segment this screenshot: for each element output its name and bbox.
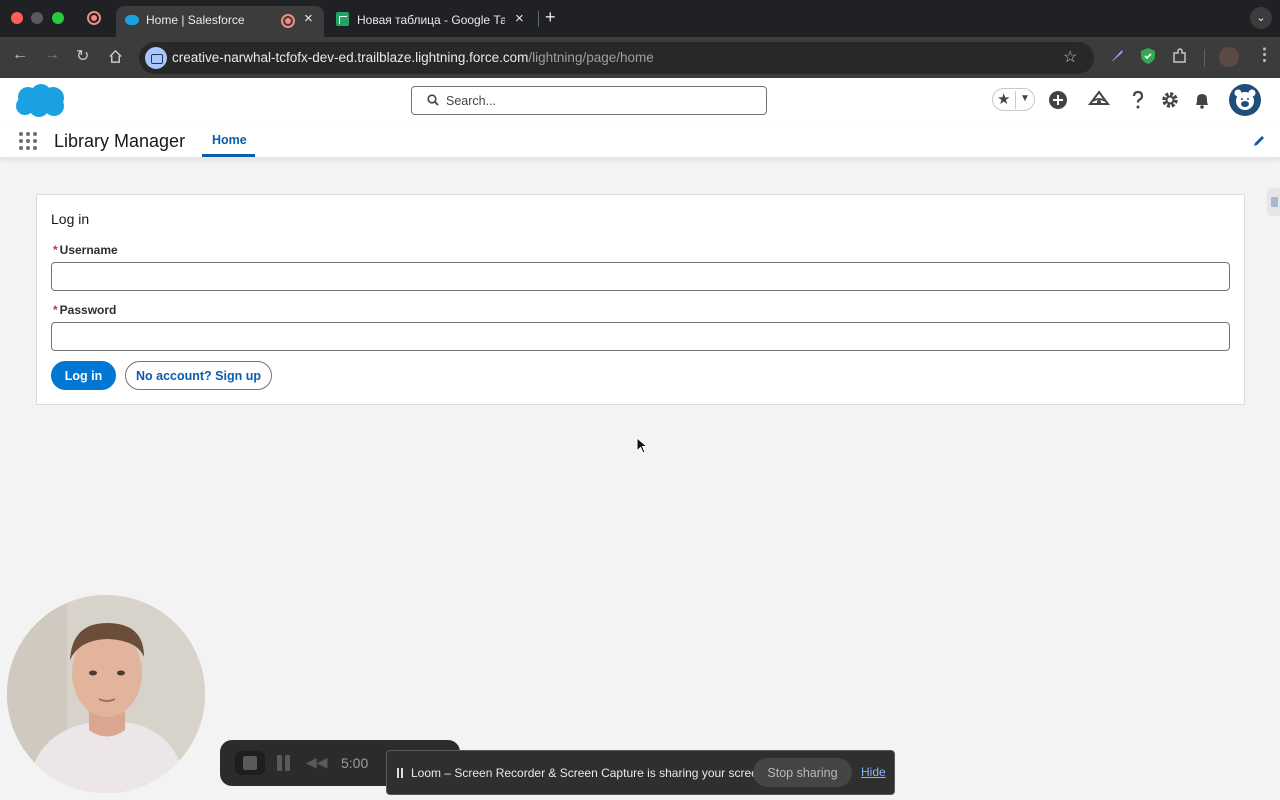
profile-avatar[interactable] bbox=[1219, 47, 1239, 67]
favorites-group: ★ ▼ bbox=[992, 88, 1035, 111]
sharing-message: Loom – Screen Recorder & Screen Capture … bbox=[411, 766, 768, 780]
restart-recording-icon[interactable]: ◀◀ bbox=[306, 754, 328, 771]
global-actions-add-icon[interactable] bbox=[1047, 89, 1069, 111]
pause-recording-icon[interactable] bbox=[277, 755, 291, 771]
password-input[interactable] bbox=[51, 322, 1230, 351]
salesforce-logo-icon[interactable] bbox=[14, 83, 66, 119]
url-path: /lightning/page/home bbox=[528, 50, 654, 65]
favorites-list-chevron-icon[interactable]: ▼ bbox=[1020, 93, 1030, 104]
reload-icon[interactable]: ↻ bbox=[76, 46, 89, 66]
trailhead-guidance-icon[interactable] bbox=[1088, 89, 1110, 111]
forward-arrow-icon[interactable]: → bbox=[44, 46, 60, 64]
tab-google-sheets[interactable]: Новая таблица - Google Таблицы × bbox=[328, 6, 533, 37]
password-label: * Password bbox=[53, 303, 116, 317]
browser-tab-strip: Home | Salesforce × Новая таблица - Goog… bbox=[0, 0, 1280, 37]
recording-tab-icon bbox=[281, 14, 295, 28]
close-tab-icon[interactable]: × bbox=[515, 10, 524, 27]
google-sheets-favicon-icon bbox=[336, 12, 349, 26]
signup-button[interactable]: No account? Sign up bbox=[125, 361, 272, 390]
edit-nav-pencil-icon[interactable] bbox=[1252, 134, 1266, 148]
toolbar-separator bbox=[1204, 49, 1205, 67]
salesforce-favicon-icon bbox=[125, 15, 139, 25]
maximize-window-button[interactable] bbox=[52, 12, 64, 24]
app-navigation-bar: Library Manager Home bbox=[0, 122, 1280, 159]
user-avatar[interactable] bbox=[1229, 84, 1261, 116]
app-launcher-icon[interactable] bbox=[19, 132, 38, 151]
login-button[interactable]: Log in bbox=[51, 361, 116, 390]
notifications-bell-icon[interactable] bbox=[1191, 89, 1213, 111]
search-icon bbox=[427, 94, 439, 106]
tab-search-chevron-icon[interactable]: ⌄ bbox=[1250, 7, 1272, 29]
tab-separator bbox=[538, 11, 539, 27]
sharing-pause-icon bbox=[397, 768, 403, 778]
feather-extension-icon[interactable] bbox=[1108, 47, 1126, 65]
shield-extension-icon[interactable] bbox=[1139, 47, 1157, 65]
extensions-puzzle-icon[interactable] bbox=[1171, 47, 1189, 65]
help-question-icon[interactable] bbox=[1127, 89, 1149, 111]
required-marker: * bbox=[53, 303, 58, 317]
setup-gear-icon[interactable] bbox=[1159, 89, 1181, 111]
global-search-box[interactable] bbox=[411, 86, 767, 115]
webcam-bubble[interactable] bbox=[7, 595, 205, 793]
minimize-window-button[interactable] bbox=[31, 12, 43, 24]
favorites-divider bbox=[1015, 91, 1016, 109]
mouse-pointer-icon bbox=[636, 437, 648, 454]
favorite-star-icon[interactable]: ★ bbox=[997, 90, 1010, 108]
tab-title: Home | Salesforce bbox=[146, 13, 245, 27]
tab-salesforce-home[interactable]: Home | Salesforce × bbox=[116, 6, 324, 37]
tab-title: Новая таблица - Google Таблицы bbox=[357, 13, 505, 27]
address-bar[interactable]: creative-narwhal-tcfofx-dev-ed.trailblaz… bbox=[139, 42, 1094, 74]
home-icon[interactable] bbox=[108, 49, 123, 64]
hide-banner-link[interactable]: Hide bbox=[861, 765, 886, 779]
url-text: creative-narwhal-tcfofx-dev-ed.trailblaz… bbox=[172, 50, 654, 65]
bookmark-star-icon[interactable]: ☆ bbox=[1063, 47, 1077, 67]
username-label: * Username bbox=[53, 243, 118, 257]
utility-panel-handle[interactable] bbox=[1267, 188, 1280, 216]
login-card: Log in * Username * Password Log in No acc… bbox=[36, 194, 1245, 405]
presenter-video-image bbox=[7, 595, 205, 793]
back-arrow-icon[interactable]: ← bbox=[12, 46, 28, 64]
browser-menu-icon[interactable]: ⋮ bbox=[1256, 45, 1273, 65]
salesforce-global-header: ★ ▼ bbox=[0, 78, 1280, 122]
new-tab-button[interactable]: + bbox=[545, 7, 556, 28]
close-window-button[interactable] bbox=[11, 12, 23, 24]
required-marker: * bbox=[53, 243, 58, 257]
password-label-text: Password bbox=[59, 303, 117, 317]
search-input[interactable] bbox=[446, 92, 746, 110]
stop-recording-button[interactable] bbox=[235, 751, 265, 775]
recording-timer: 5:00 bbox=[341, 755, 369, 771]
site-info-icon[interactable] bbox=[145, 47, 167, 69]
tab-home[interactable]: Home bbox=[202, 122, 255, 157]
user-profile-icon bbox=[1234, 89, 1256, 110]
stop-sharing-button[interactable]: Stop sharing bbox=[753, 758, 852, 787]
username-input[interactable] bbox=[51, 262, 1230, 291]
close-tab-icon[interactable]: × bbox=[304, 10, 313, 27]
screen-sharing-banner: Loom – Screen Recorder & Screen Capture … bbox=[386, 750, 895, 795]
card-title: Log in bbox=[51, 211, 90, 227]
url-host: creative-narwhal-tcfofx-dev-ed.trailblaz… bbox=[172, 50, 529, 65]
recording-indicator-icon bbox=[87, 11, 101, 25]
browser-toolbar: ← → ↻ creative-narwhal-tcfofx-dev-ed.tra… bbox=[0, 37, 1280, 78]
username-label-text: Username bbox=[59, 243, 118, 257]
tab-home-label: Home bbox=[212, 133, 247, 147]
app-name: Library Manager bbox=[54, 131, 186, 151]
